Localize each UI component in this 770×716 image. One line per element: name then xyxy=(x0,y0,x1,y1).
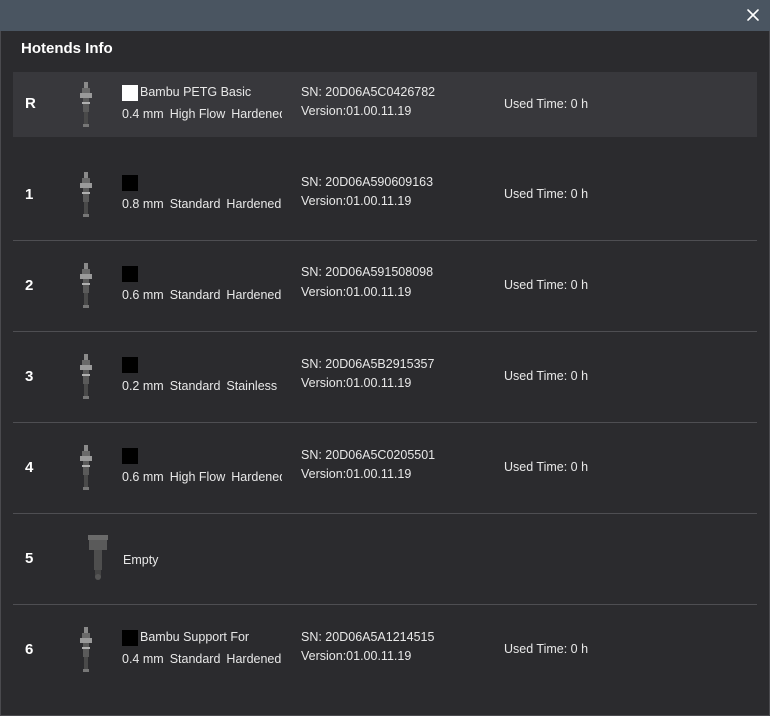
empty-label: Empty xyxy=(123,553,159,567)
nozzle-diameter: 0.8 mm xyxy=(122,197,164,211)
serial-number: SN: 20D06A5C0205501 xyxy=(301,448,436,462)
slot-label: 4 xyxy=(25,459,34,476)
serial-number: SN: 20D06A5A1214515 xyxy=(301,630,435,644)
nozzle-flow: Standard xyxy=(169,652,221,666)
slot-label: 2 xyxy=(25,277,34,294)
serial-number: SN: 20D06A591508098 xyxy=(301,265,434,279)
filament-color-swatch xyxy=(122,266,138,282)
nozzle-diameter: 0.6 mm xyxy=(122,288,164,302)
firmware-version: Version:01.00.11.19 xyxy=(301,467,412,481)
firmware-version: Version:01.00.11.19 xyxy=(301,104,412,118)
filament-color-swatch xyxy=(122,85,138,101)
nozzle-type: Hardened xyxy=(226,197,282,211)
nozzle-flow: Standard xyxy=(169,379,221,393)
nozzle-spec: 0.6 mm Standard Hardened xyxy=(122,288,282,302)
dialog-title: Hotends Info xyxy=(21,40,113,57)
slot-label: 1 xyxy=(25,186,34,203)
nozzle-flow: High Flow xyxy=(169,470,226,484)
filament-name: Bambu Support For xyxy=(140,630,250,644)
close-button[interactable] xyxy=(745,7,761,23)
filament-color-swatch xyxy=(122,357,138,373)
nozzle-icon xyxy=(77,627,95,678)
used-time: Used Time: 0 h xyxy=(504,642,589,656)
nozzle-type: Hardened xyxy=(231,107,282,121)
nozzle-spec: 0.4 mm High Flow Hardened xyxy=(122,107,282,121)
nozzle-type: Hardened xyxy=(231,470,282,484)
nozzle-spec: 0.2 mm Standard Stainless xyxy=(122,379,282,393)
filament-color-swatch xyxy=(122,448,138,464)
close-icon xyxy=(747,9,759,21)
nozzle-spec: 0.8 mm Standard Hardened xyxy=(122,197,282,211)
nozzle-icon xyxy=(77,354,95,405)
filament-name: Bambu PETG Basic xyxy=(140,85,252,99)
serial-number: SN: 20D06A590609163 xyxy=(301,175,434,189)
serial-number: SN: 20D06A5C0426782 xyxy=(301,85,436,99)
window-titlebar xyxy=(0,0,770,31)
nozzle-diameter: 0.2 mm xyxy=(122,379,164,393)
firmware-version: Version:01.00.11.19 xyxy=(301,194,412,208)
firmware-version: Version:01.00.11.19 xyxy=(301,376,412,390)
nozzle-type: Stainless xyxy=(226,379,278,393)
used-time: Used Time: 0 h xyxy=(504,369,589,383)
nozzle-diameter: 0.4 mm xyxy=(122,652,164,666)
nozzle-type: Hardened xyxy=(226,652,282,666)
nozzle-icon xyxy=(77,82,95,133)
slot-label: 5 xyxy=(25,550,34,567)
nozzle-icon xyxy=(77,445,95,496)
filament-color-swatch xyxy=(122,175,138,191)
empty-nozzle-icon xyxy=(86,535,110,586)
nozzle-flow: Standard xyxy=(169,197,221,211)
nozzle-spec: 0.4 mm Standard Hardened xyxy=(122,652,282,666)
used-time: Used Time: 0 h xyxy=(504,460,589,474)
nozzle-type: Hardened xyxy=(226,288,282,302)
used-time: Used Time: 0 h xyxy=(504,97,589,111)
used-time: Used Time: 0 h xyxy=(504,278,589,292)
firmware-version: Version:01.00.11.19 xyxy=(301,649,412,663)
filament-color-swatch xyxy=(122,630,138,646)
nozzle-flow: High Flow xyxy=(169,107,226,121)
nozzle-icon xyxy=(77,263,95,314)
used-time: Used Time: 0 h xyxy=(504,187,589,201)
nozzle-icon xyxy=(77,172,95,223)
nozzle-diameter: 0.4 mm xyxy=(122,107,164,121)
serial-number: SN: 20D06A5B2915357 xyxy=(301,357,435,371)
firmware-version: Version:01.00.11.19 xyxy=(301,285,412,299)
nozzle-flow: Standard xyxy=(169,288,221,302)
slot-label: R xyxy=(25,95,36,112)
nozzle-spec: 0.6 mm High Flow Hardened xyxy=(122,470,282,484)
slot-label: 3 xyxy=(25,368,34,385)
nozzle-diameter: 0.6 mm xyxy=(122,470,164,484)
slot-label: 6 xyxy=(25,641,34,658)
